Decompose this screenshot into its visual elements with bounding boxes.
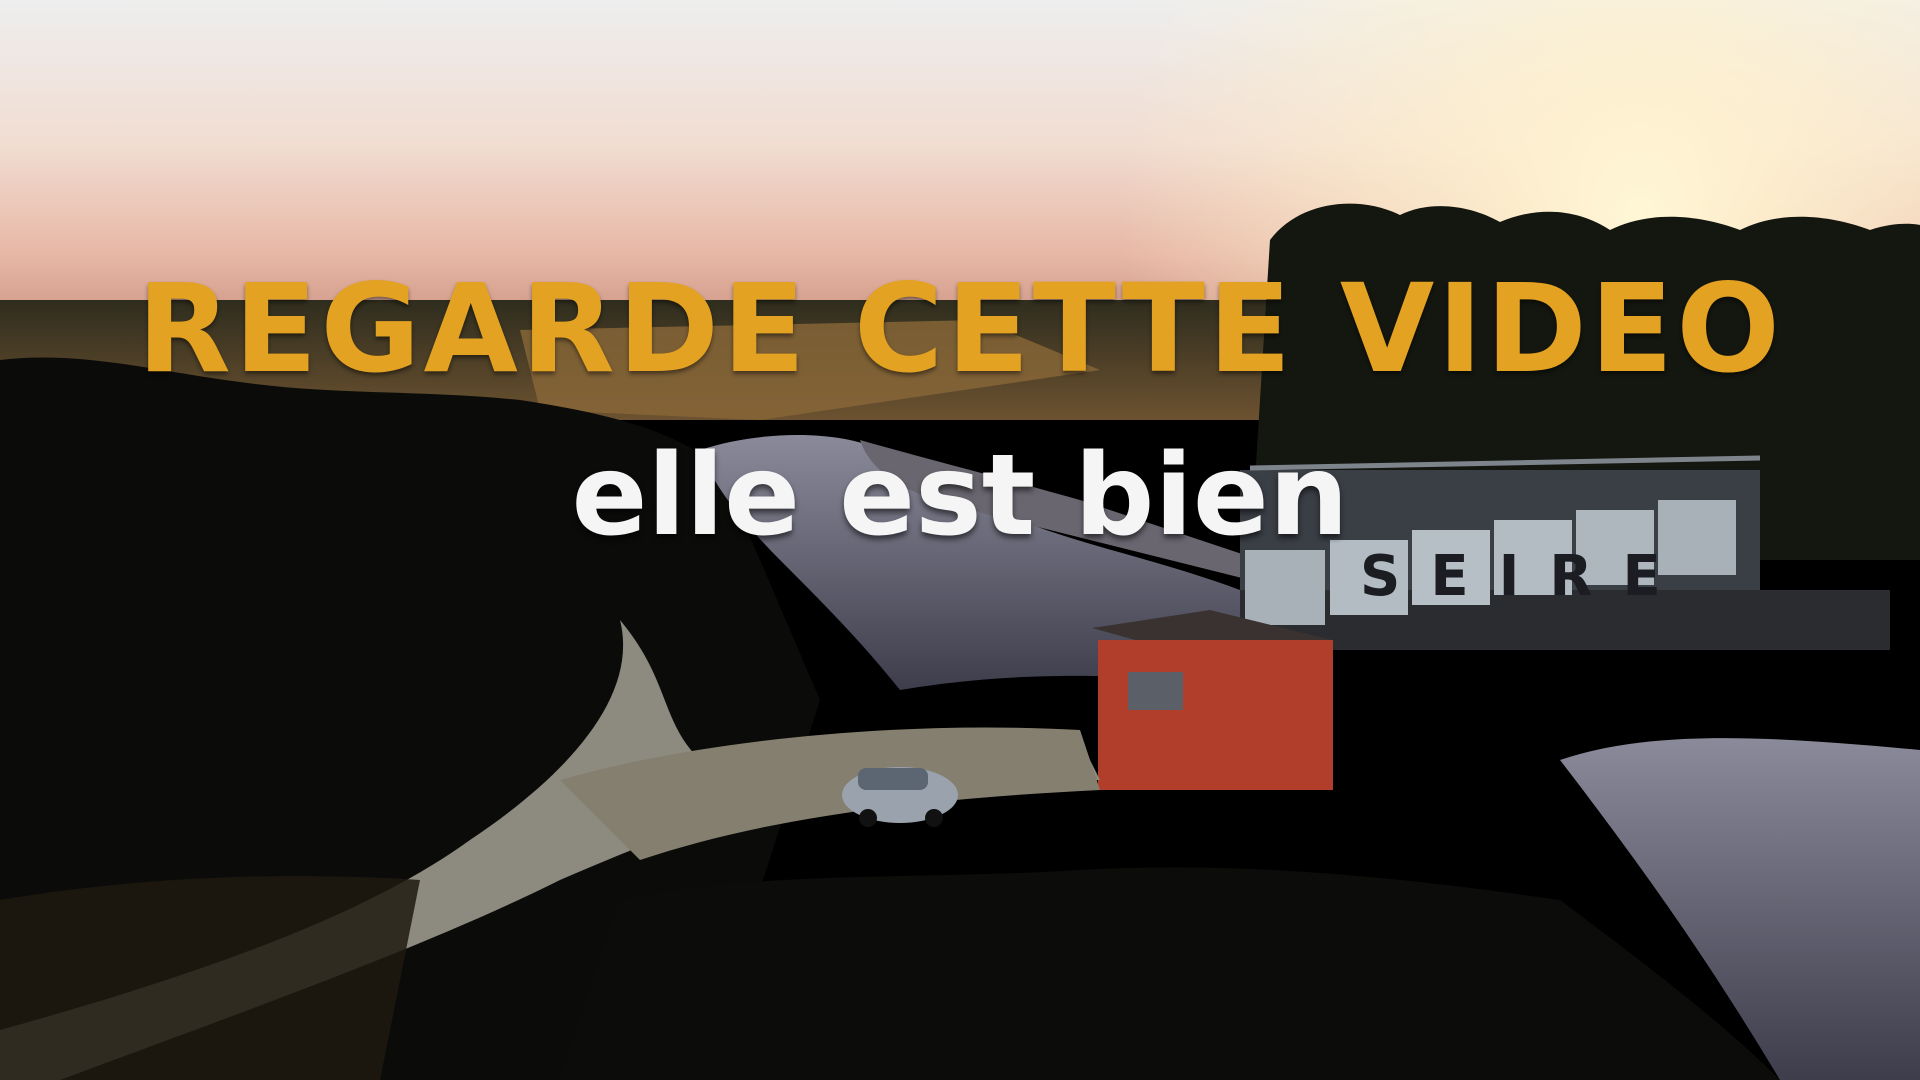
graffiti-text: SEIRE: [1360, 544, 1691, 609]
video-thumbnail: SEIRE REGARDE CETTE VIDEO elle est bien: [0, 0, 1920, 1080]
subline-text: elle est bien: [571, 431, 1349, 561]
pump-house-window: [1128, 672, 1183, 710]
parked-car: [842, 767, 958, 827]
foreground-bushes: [560, 867, 1780, 1080]
dry-grass: [0, 876, 420, 1080]
pump-house: [1098, 640, 1333, 790]
headline-text: REGARDE CETTE VIDEO: [137, 258, 1783, 400]
